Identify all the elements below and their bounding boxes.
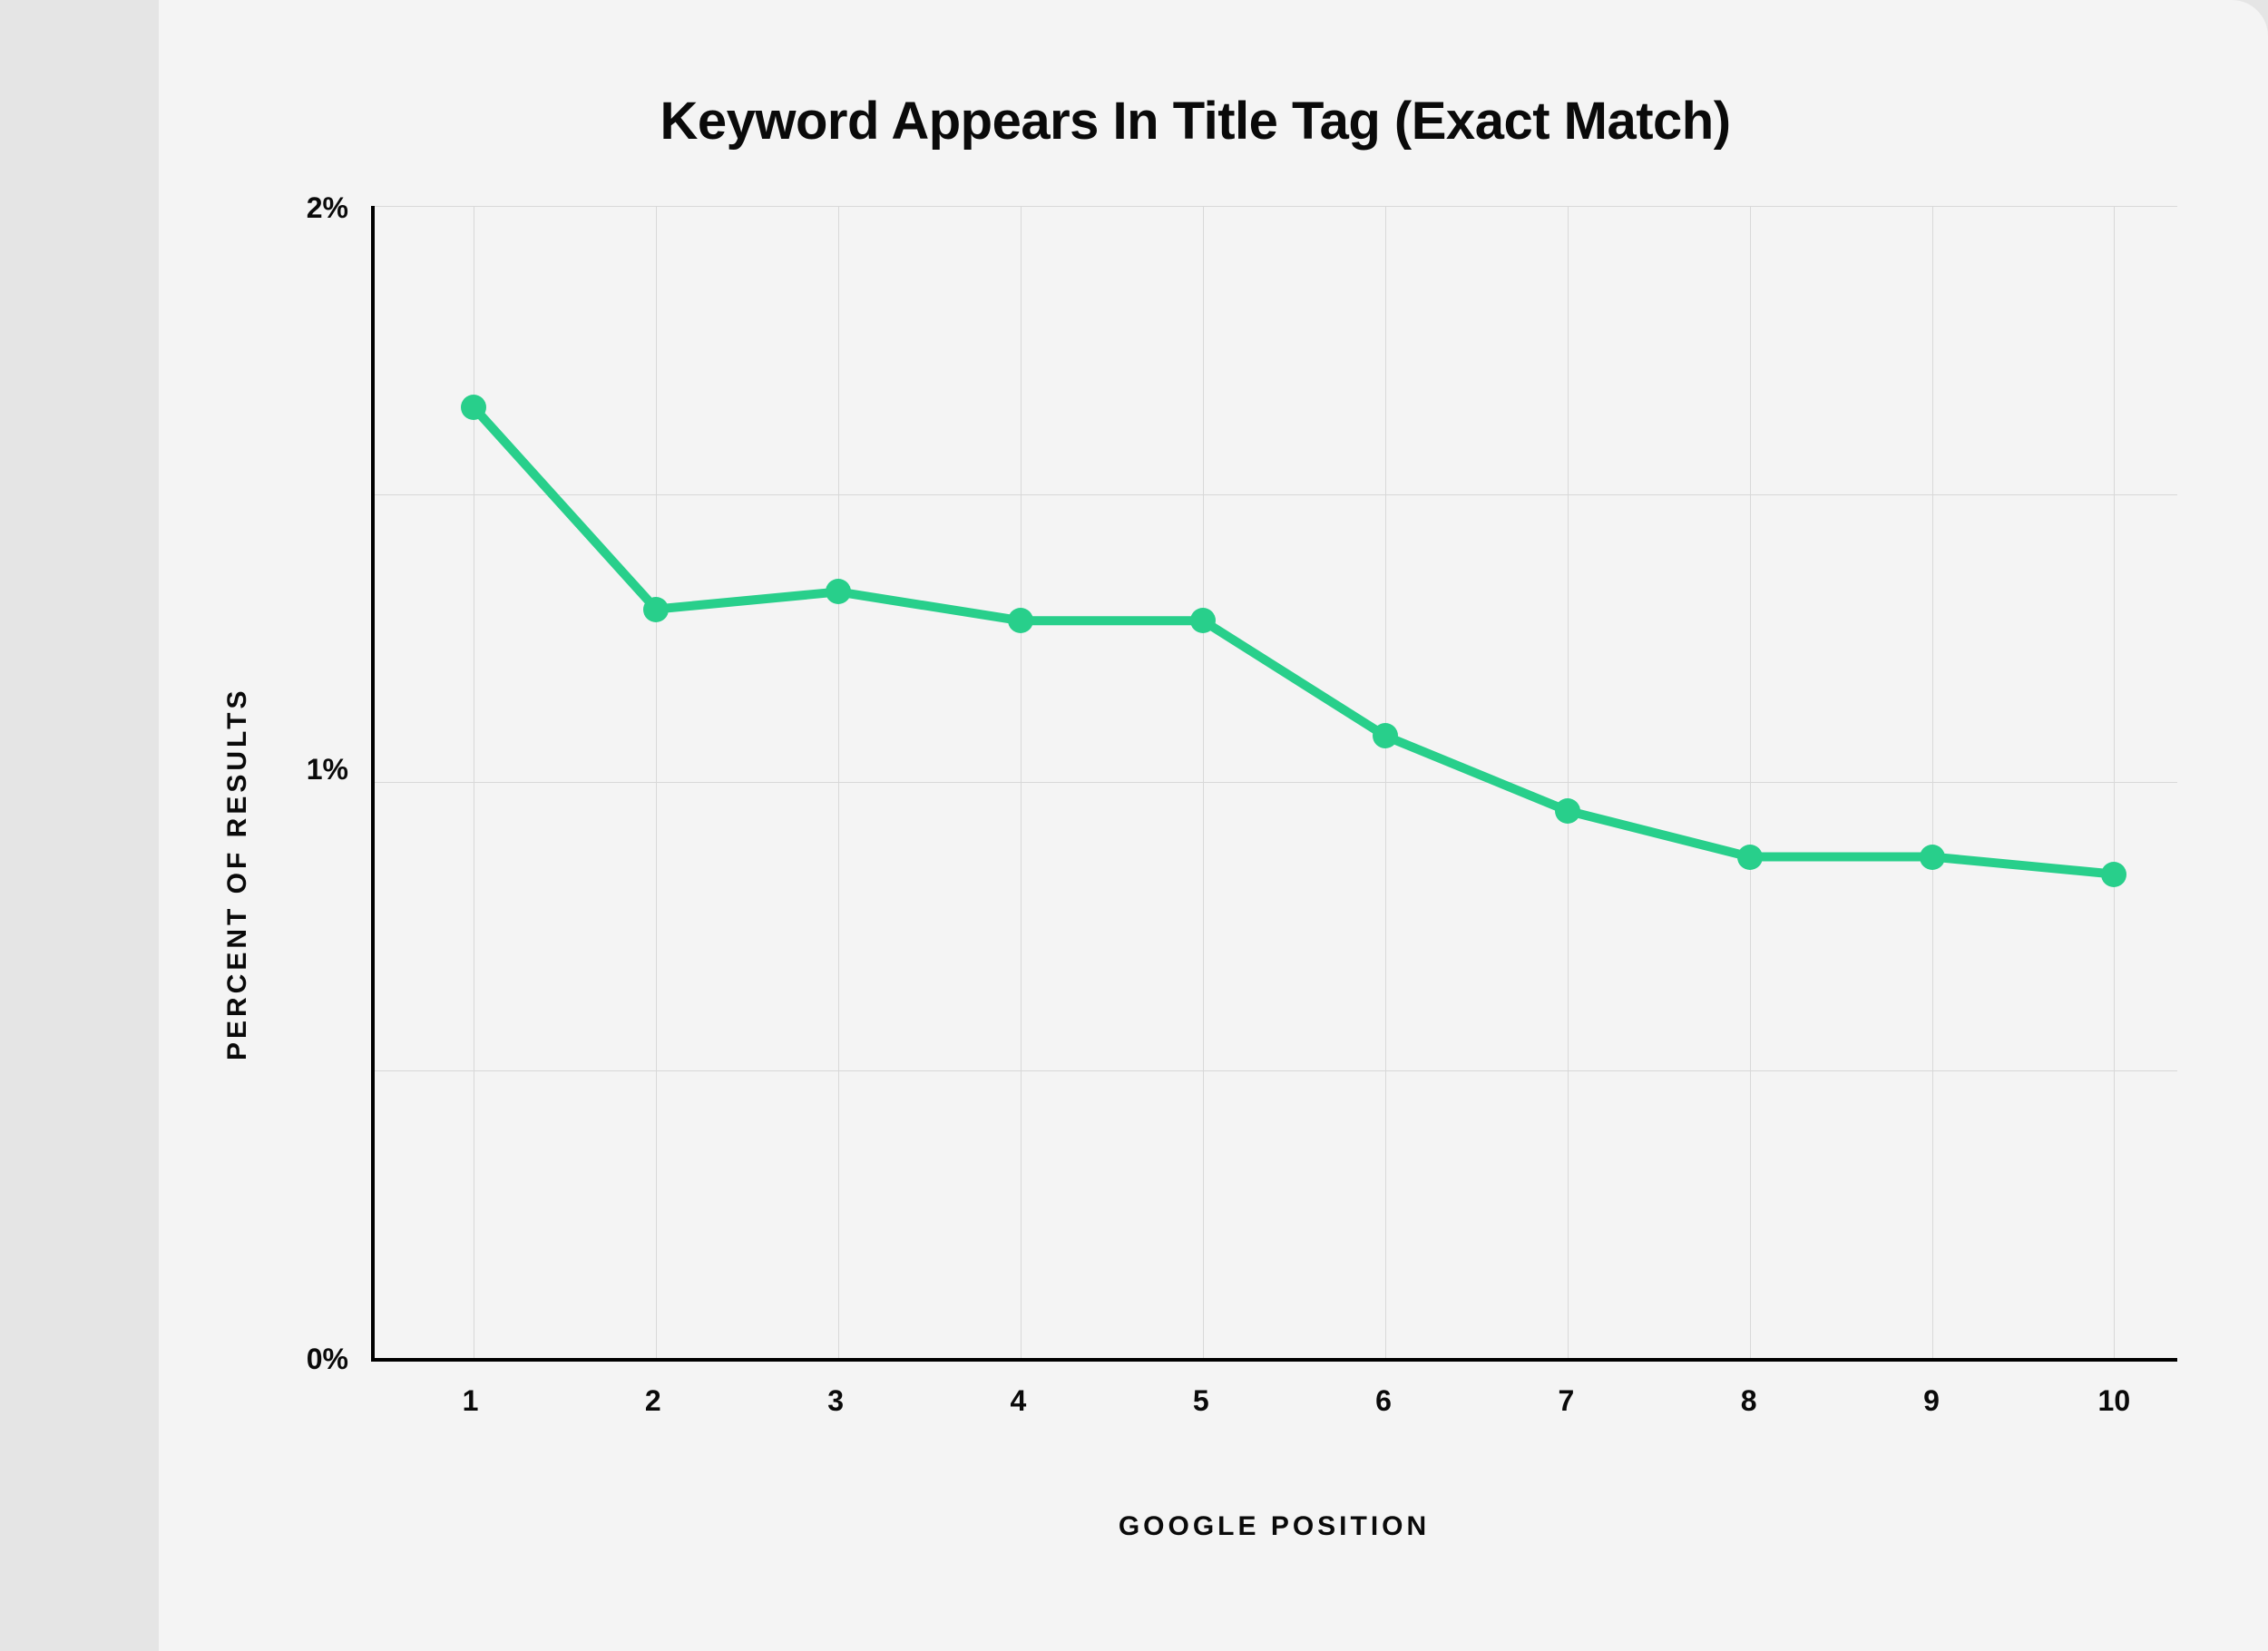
data-line xyxy=(474,407,2114,874)
page-left-gutter xyxy=(0,0,159,1651)
x-axis-label: GOOGLE POSITION xyxy=(371,1511,2177,1542)
x-tick: 5 xyxy=(1193,1384,1209,1418)
x-tick: 10 xyxy=(2098,1384,2131,1418)
data-point xyxy=(1920,845,1945,870)
data-point xyxy=(643,597,669,622)
data-point xyxy=(2101,862,2126,887)
plot-area xyxy=(371,206,2177,1362)
plot-outer: 2% 1% 0% 1 2 3 4 5 6 7 8 9 10 GOOGLE POSITION xyxy=(280,206,2177,1542)
x-tick: 2 xyxy=(645,1384,661,1418)
x-tick: 6 xyxy=(1375,1384,1392,1418)
data-point xyxy=(1737,845,1763,870)
y-axis-label: PERCENT OF RESULTS xyxy=(213,206,280,1542)
line-chart-svg xyxy=(375,206,2177,1358)
x-axis-ticks: 1 2 3 4 5 6 7 8 9 10 xyxy=(371,1362,2177,1430)
data-point xyxy=(461,395,486,420)
y-axis-ticks: 2% 1% 0% xyxy=(280,206,371,1362)
data-point xyxy=(1373,723,1398,748)
data-point xyxy=(1190,608,1216,633)
x-tick: 1 xyxy=(463,1384,479,1418)
chart-title: Keyword Appears In Title Tag (Exact Matc… xyxy=(213,91,2177,151)
y-tick: 0% xyxy=(280,1343,348,1376)
x-tick: 3 xyxy=(827,1384,844,1418)
chart-body: PERCENT OF RESULTS 2% 1% 0% 1 2 3 4 5 6 7 8 9 10 … xyxy=(213,206,2177,1542)
x-tick: 7 xyxy=(1558,1384,1574,1418)
data-point xyxy=(826,579,851,604)
chart-card: Keyword Appears In Title Tag (Exact Matc… xyxy=(159,0,2268,1651)
x-tick: 4 xyxy=(1011,1384,1027,1418)
x-tick: 9 xyxy=(1923,1384,1940,1418)
data-point xyxy=(1008,608,1033,633)
y-tick: 1% xyxy=(280,753,348,786)
plot-row: 2% 1% 0% xyxy=(280,206,2177,1362)
data-point xyxy=(1555,798,1580,824)
x-tick: 8 xyxy=(1741,1384,1757,1418)
y-tick: 2% xyxy=(280,191,348,225)
